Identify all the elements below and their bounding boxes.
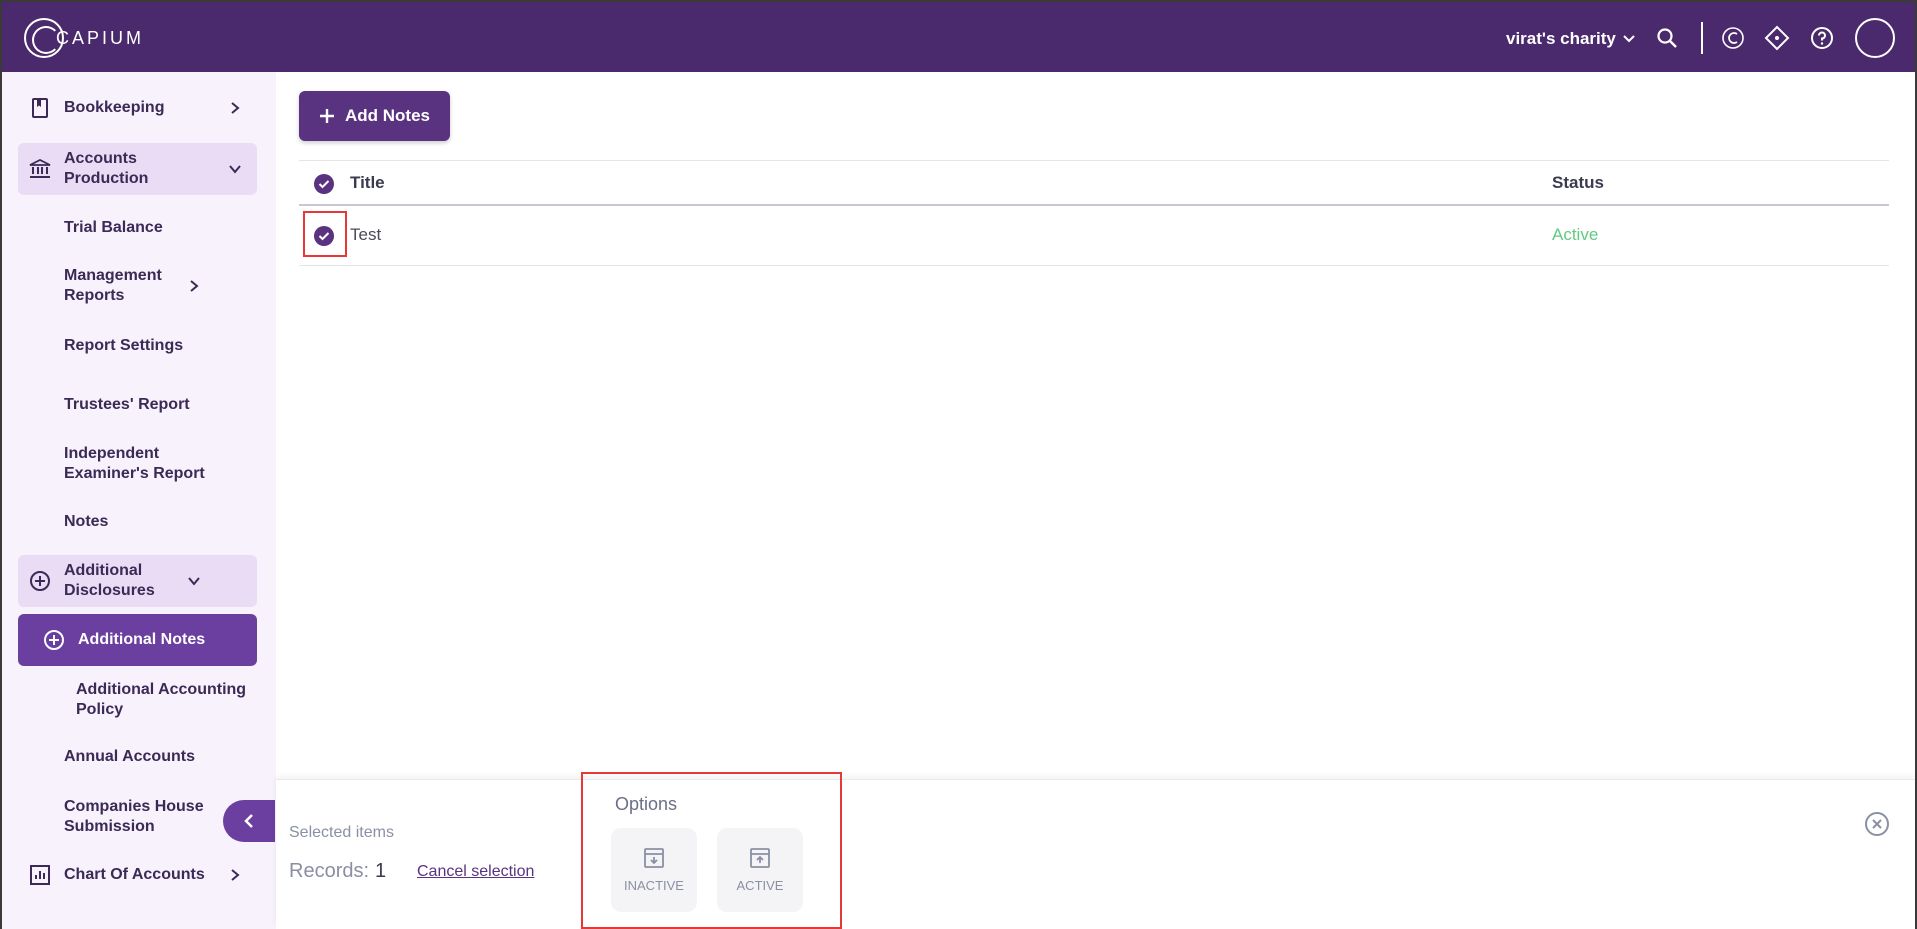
inactive-label: INACTIVE bbox=[624, 877, 684, 893]
sidebar-item-label: Trustees' Report bbox=[64, 396, 190, 413]
help-icon[interactable] bbox=[1808, 24, 1836, 52]
book-icon bbox=[28, 96, 52, 120]
sidebar-item-management-reports[interactable]: Management Reports bbox=[18, 264, 257, 308]
add-circle-icon bbox=[28, 569, 52, 593]
column-header-title[interactable]: Title bbox=[350, 173, 385, 193]
sidebar-item-label: Chart Of Accounts bbox=[64, 866, 205, 883]
chevron-right-icon bbox=[225, 101, 245, 115]
sidebar-item-label: Accounts Production bbox=[64, 150, 149, 187]
chevron-left-icon bbox=[244, 814, 253, 828]
sidebar-item-trustees-report[interactable]: Trustees' Report bbox=[18, 385, 257, 425]
sidebar-item-additional-disclosures[interactable]: Additional Disclosures bbox=[18, 555, 257, 607]
sidebar-item-companies-house-submission[interactable]: Companies House Submission bbox=[18, 795, 257, 839]
chevron-down-icon bbox=[184, 576, 204, 586]
sidebar: Bookkeeping Accounts Production Trial Ba… bbox=[0, 72, 276, 929]
table-row[interactable]: Test Active bbox=[299, 206, 1889, 266]
sidebar-item-independent-examiners-report[interactable]: Independent Examiner's Report bbox=[18, 442, 257, 486]
chevron-down-icon bbox=[225, 164, 245, 174]
sidebar-item-notes[interactable]: Notes bbox=[18, 502, 257, 542]
org-switcher[interactable]: virat's charity bbox=[1506, 29, 1636, 49]
row-title: Test bbox=[350, 225, 382, 244]
sidebar-item-label: Additional Accounting Policy bbox=[76, 681, 247, 718]
user-avatar[interactable] bbox=[1855, 18, 1895, 58]
add-circle-icon bbox=[42, 628, 66, 652]
chevron-right-icon bbox=[184, 279, 204, 293]
check-icon bbox=[318, 232, 330, 241]
add-notes-button[interactable]: Add Notes bbox=[299, 91, 450, 141]
unarchive-icon bbox=[750, 847, 770, 868]
logo-mark-icon bbox=[24, 18, 64, 58]
select-all-checkbox[interactable] bbox=[314, 174, 334, 194]
row-checkbox[interactable] bbox=[314, 226, 334, 246]
sidebar-item-label: Additional Disclosures bbox=[64, 562, 155, 599]
chevron-down-icon bbox=[1623, 35, 1635, 43]
active-label: ACTIVE bbox=[736, 877, 784, 893]
sidebar-item-label: Management Reports bbox=[64, 267, 162, 304]
archive-icon bbox=[644, 847, 664, 868]
logo-text: CAPIUM bbox=[56, 27, 145, 48]
sidebar-item-additional-notes[interactable]: Additional Notes bbox=[18, 614, 257, 666]
sidebar-item-label: Additional Notes bbox=[78, 631, 206, 648]
plus-icon bbox=[320, 109, 334, 123]
org-name: virat's charity bbox=[1506, 29, 1616, 48]
notes-table: Title Status Test Active bbox=[299, 160, 1889, 266]
selection-bar: Selected items Records: 1 Cancel selectio… bbox=[276, 772, 1915, 929]
capium-c-icon[interactable] bbox=[1719, 24, 1747, 52]
sidebar-item-chart-of-accounts[interactable]: Chart Of Accounts bbox=[18, 855, 257, 895]
row-status: Active bbox=[1552, 225, 1599, 244]
sidebar-item-accounts-production[interactable]: Accounts Production bbox=[18, 143, 257, 195]
top-bar: CAPIUM virat's charity bbox=[0, 0, 1917, 72]
add-notes-label: Add Notes bbox=[345, 106, 430, 125]
sidebar-item-label: Trial Balance bbox=[64, 219, 163, 236]
sidebar-item-report-settings[interactable]: Report Settings bbox=[18, 326, 257, 366]
chevron-right-icon bbox=[225, 868, 245, 882]
sidebar-item-annual-accounts[interactable]: Annual Accounts bbox=[18, 737, 257, 777]
table-header: Title Status bbox=[299, 160, 1889, 206]
sidebar-item-trial-balance[interactable]: Trial Balance bbox=[18, 208, 257, 248]
sidebar-item-bookkeeping[interactable]: Bookkeeping bbox=[18, 91, 257, 125]
sidebar-item-label: Annual Accounts bbox=[64, 748, 195, 765]
column-header-status[interactable]: Status bbox=[1552, 173, 1604, 193]
options-title: Options bbox=[615, 794, 678, 814]
sidebar-item-label: Notes bbox=[64, 513, 109, 530]
toolbar-divider bbox=[1701, 22, 1703, 54]
records-label: Records: bbox=[289, 860, 370, 882]
bank-icon bbox=[28, 157, 52, 181]
close-selection-icon[interactable] bbox=[1864, 811, 1890, 837]
sidebar-item-label: Report Settings bbox=[64, 337, 184, 354]
records-number: 1 bbox=[375, 860, 387, 882]
sidebar-item-label: Independent Examiner's Report bbox=[64, 445, 205, 482]
mark-active-button[interactable]: ACTIVE bbox=[717, 828, 803, 912]
check-icon bbox=[318, 180, 330, 189]
sidebar-item-label: Companies House Submission bbox=[64, 798, 204, 835]
sidebar-collapse-button[interactable] bbox=[223, 800, 275, 842]
records-count: Records: 1 bbox=[289, 860, 386, 883]
chart-icon bbox=[28, 863, 52, 887]
mark-inactive-button[interactable]: INACTIVE bbox=[611, 828, 697, 912]
search-icon[interactable] bbox=[1653, 24, 1681, 52]
capium-logo[interactable]: CAPIUM bbox=[24, 18, 144, 58]
diamond-nav-icon[interactable] bbox=[1763, 24, 1791, 52]
sidebar-item-label: Bookkeeping bbox=[64, 99, 165, 116]
cancel-selection-link[interactable]: Cancel selection bbox=[417, 863, 534, 881]
selected-items-title: Selected items bbox=[289, 824, 394, 841]
sidebar-item-additional-accounting-policy[interactable]: Additional Accounting Policy bbox=[18, 678, 257, 722]
